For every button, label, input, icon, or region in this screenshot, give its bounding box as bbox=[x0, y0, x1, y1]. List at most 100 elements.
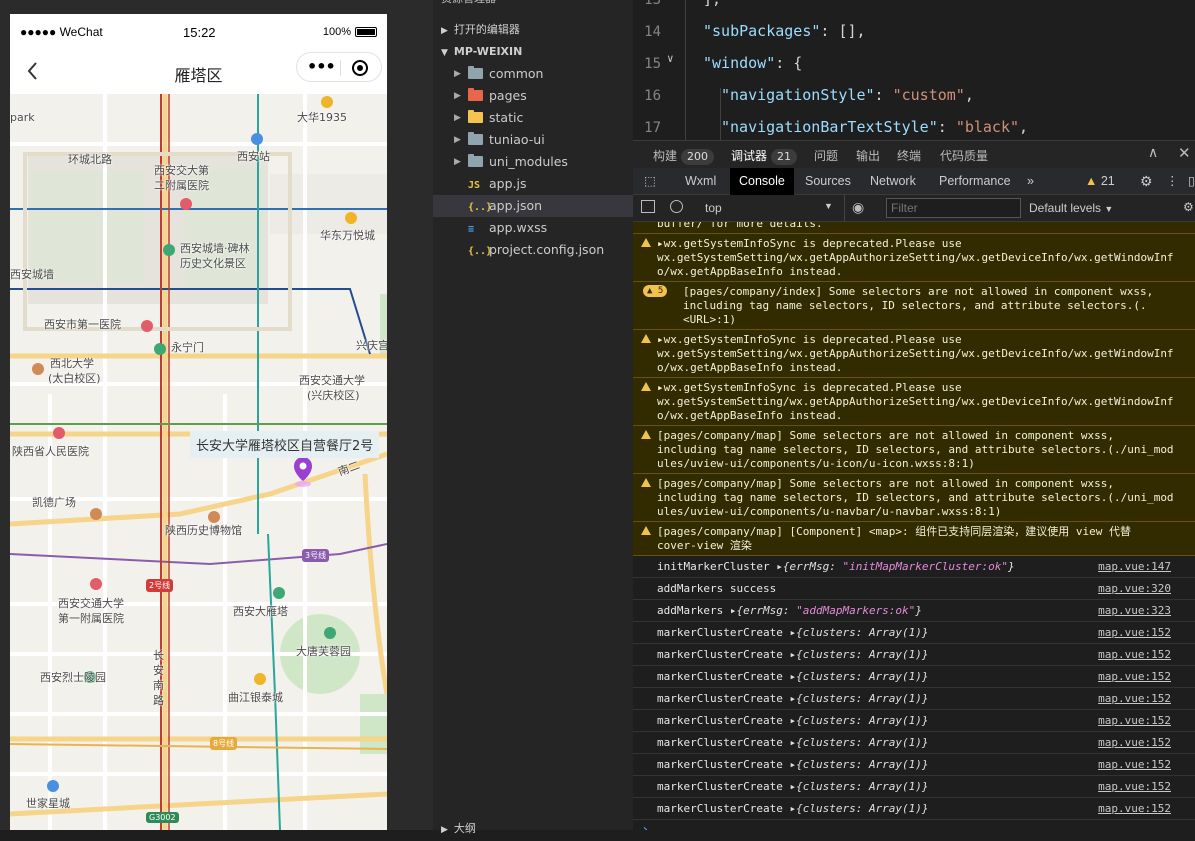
tree-item-project-config-json[interactable]: {..} project.config.json bbox=[433, 239, 633, 261]
devtab-network[interactable]: Network bbox=[861, 168, 925, 195]
tab-code-quality[interactable]: 代码质量 bbox=[940, 147, 988, 164]
console-warning[interactable]: ▸wx.getSystemInfoSync is deprecated.Plea… bbox=[633, 378, 1195, 426]
tab-debugger[interactable]: 调试器 21 bbox=[731, 147, 798, 165]
close-panel-icon[interactable]: ✕ bbox=[1178, 144, 1191, 162]
source-link[interactable]: map.vue:320 bbox=[1098, 582, 1171, 596]
source-link[interactable]: map.vue:323 bbox=[1098, 604, 1171, 618]
log-object[interactable]: ▸{clusters: Array(1)} bbox=[789, 736, 928, 749]
poi-hospital-icon[interactable] bbox=[141, 320, 153, 332]
poi-scenic-icon[interactable] bbox=[273, 587, 285, 599]
clear-console-icon[interactable] bbox=[670, 200, 683, 213]
tree-item-pages[interactable]: ▶ pages bbox=[433, 85, 633, 107]
devtab-wxml[interactable]: Wxml bbox=[676, 168, 725, 195]
poi-hospital-icon[interactable] bbox=[180, 198, 192, 210]
console-warning[interactable]: [pages/company/map] Some selectors are n… bbox=[633, 474, 1195, 522]
console-log[interactable]: markerClusterCreate ▸{clusters: Array(1)… bbox=[633, 754, 1195, 776]
devtab-performance[interactable]: Performance bbox=[930, 168, 1020, 195]
tree-item-app-js[interactable]: JS app.js bbox=[433, 173, 633, 195]
poi-community-icon[interactable] bbox=[47, 780, 59, 792]
source-link[interactable]: map.vue:152 bbox=[1098, 670, 1171, 684]
tab-build[interactable]: 构建 200 bbox=[653, 147, 715, 165]
console-log[interactable]: markerClusterCreate ▸{clusters: Array(1)… bbox=[633, 688, 1195, 710]
sidebar-toggle-icon[interactable] bbox=[641, 200, 655, 213]
poi-hospital-icon[interactable] bbox=[90, 578, 102, 590]
poi-school-icon[interactable] bbox=[32, 363, 44, 375]
console-log[interactable]: markerClusterCreate ▸{clusters: Array(1)… bbox=[633, 666, 1195, 688]
poi-park-icon[interactable] bbox=[324, 627, 336, 639]
source-link[interactable]: map.vue:152 bbox=[1098, 758, 1171, 772]
console-log[interactable]: addMarkers success map.vue:320 bbox=[633, 578, 1195, 600]
source-link[interactable]: map.vue:152 bbox=[1098, 802, 1171, 816]
project-section[interactable]: ▼ MP-WEIXIN bbox=[433, 41, 633, 63]
open-editors-section[interactable]: ▶ 打开的编辑器 bbox=[433, 19, 633, 41]
fold-chevron-icon[interactable]: ∨ bbox=[667, 52, 674, 65]
marker-callout[interactable]: 长安大学雁塔校区自营餐厅2号 bbox=[190, 431, 380, 458]
log-object[interactable]: ▸{clusters: Array(1)} bbox=[789, 626, 928, 639]
warnings-counter[interactable]: ▲ 21 bbox=[1076, 168, 1124, 195]
console-settings-icon[interactable]: ⚙ bbox=[1183, 200, 1194, 214]
inspect-element-icon[interactable]: ⬚ bbox=[635, 168, 665, 195]
console-output[interactable]: buffer/ for more details. ▸wx.getSystemIn… bbox=[633, 222, 1195, 830]
console-warning[interactable]: [pages/company/map] Some selectors are n… bbox=[633, 426, 1195, 474]
console-warning[interactable]: ▸wx.getSystemInfoSync is deprecated.Plea… bbox=[633, 234, 1195, 282]
log-object[interactable]: ▸{clusters: Array(1)} bbox=[789, 648, 928, 661]
log-object[interactable]: ▸{clusters: Array(1)} bbox=[789, 670, 928, 683]
source-link[interactable]: map.vue:152 bbox=[1098, 626, 1171, 640]
console-log[interactable]: markerClusterCreate ▸{clusters: Array(1)… bbox=[633, 798, 1195, 820]
tree-item-tuniao-ui[interactable]: ▶ tuniao-ui bbox=[433, 129, 633, 151]
close-target-icon[interactable] bbox=[352, 60, 368, 76]
log-object[interactable]: ▸{clusters: Array(1)} bbox=[789, 802, 928, 815]
outline-section[interactable]: ▶ 大纲 bbox=[433, 818, 633, 840]
tree-item-uni-modules[interactable]: ▶ uni_modules bbox=[433, 151, 633, 173]
poi-mall-icon[interactable] bbox=[345, 212, 357, 224]
code-editor[interactable]: 13], 14 "subPackages": [], 15 "window": {16 "… bbox=[633, 0, 1195, 140]
log-object[interactable]: ▸{clusters: Array(1)} bbox=[789, 692, 928, 705]
tab-terminal[interactable]: 终端 bbox=[897, 147, 921, 164]
log-object[interactable]: ▸{clusters: Array(1)} bbox=[789, 714, 928, 727]
tab-output[interactable]: 输出 bbox=[856, 147, 880, 164]
console-warning[interactable]: ▸wx.getSystemInfoSync is deprecated.Plea… bbox=[633, 330, 1195, 378]
console-warning[interactable]: buffer/ for more details. bbox=[633, 222, 1195, 234]
log-object[interactable]: ▸{errMsg: bbox=[730, 604, 796, 617]
console-log[interactable]: markerClusterCreate ▸{clusters: Array(1)… bbox=[633, 622, 1195, 644]
source-link[interactable]: map.vue:152 bbox=[1098, 736, 1171, 750]
poi-scenic-icon[interactable] bbox=[163, 244, 175, 256]
poi-shopping-icon[interactable] bbox=[90, 508, 102, 520]
source-link[interactable]: map.vue:147 bbox=[1098, 560, 1171, 574]
poi-hospital-icon[interactable] bbox=[53, 427, 65, 439]
poi-metro-icon[interactable] bbox=[154, 343, 166, 355]
console-log[interactable]: markerClusterCreate ▸{clusters: Array(1)… bbox=[633, 776, 1195, 798]
tree-item-app-json[interactable]: {..} app.json bbox=[433, 195, 633, 217]
tree-item-static[interactable]: ▶ static bbox=[433, 107, 633, 129]
filter-input[interactable] bbox=[886, 198, 1021, 218]
console-log[interactable]: markerClusterCreate ▸{clusters: Array(1)… bbox=[633, 710, 1195, 732]
source-link[interactable]: map.vue:152 bbox=[1098, 692, 1171, 706]
poi-museum-icon[interactable] bbox=[208, 511, 220, 523]
console-log[interactable]: markerClusterCreate ▸{clusters: Array(1)… bbox=[633, 732, 1195, 754]
tab-problems[interactable]: 问题 bbox=[814, 147, 838, 164]
more-tabs-icon[interactable]: » bbox=[1018, 168, 1043, 195]
source-link[interactable]: map.vue:152 bbox=[1098, 714, 1171, 728]
source-link[interactable]: map.vue:152 bbox=[1098, 780, 1171, 794]
tree-item-app-wxss[interactable]: ≡ app.wxss bbox=[433, 217, 633, 239]
devtab-console[interactable]: Console bbox=[730, 168, 794, 195]
console-log[interactable]: addMarkers ▸{errMsg: "addMapMarkers:ok"}… bbox=[633, 600, 1195, 622]
console-prompt[interactable]: › bbox=[641, 822, 649, 830]
log-levels-select[interactable]: Default levels ▼ bbox=[1029, 201, 1113, 215]
log-object[interactable]: ▸{errMsg: bbox=[776, 560, 842, 573]
more-dots-icon[interactable]: ••• bbox=[307, 59, 336, 75]
log-object[interactable]: ▸{clusters: Array(1)} bbox=[789, 780, 928, 793]
dock-icon[interactable]: ▯ bbox=[1179, 168, 1195, 195]
source-link[interactable]: map.vue:152 bbox=[1098, 648, 1171, 662]
poi-station-icon[interactable] bbox=[251, 133, 263, 145]
log-object[interactable]: ▸{clusters: Array(1)} bbox=[789, 758, 928, 771]
poi-mall-icon[interactable] bbox=[254, 673, 266, 685]
context-select[interactable]: top ▼ bbox=[695, 195, 845, 222]
console-warning[interactable]: ▲ 5 [pages/company/index] Some selectors … bbox=[633, 282, 1195, 330]
tree-item-common[interactable]: ▶ common bbox=[433, 63, 633, 85]
collapse-panel-icon[interactable]: ∧ bbox=[1148, 145, 1158, 161]
console-log[interactable]: initMarkerCluster ▸{errMsg: "initMapMark… bbox=[633, 556, 1195, 578]
poi-mall-icon[interactable] bbox=[321, 96, 333, 108]
eye-icon[interactable]: ◉ bbox=[852, 199, 864, 216]
console-warning[interactable]: [pages/company/map] [Component] <map>: 组… bbox=[633, 522, 1195, 556]
